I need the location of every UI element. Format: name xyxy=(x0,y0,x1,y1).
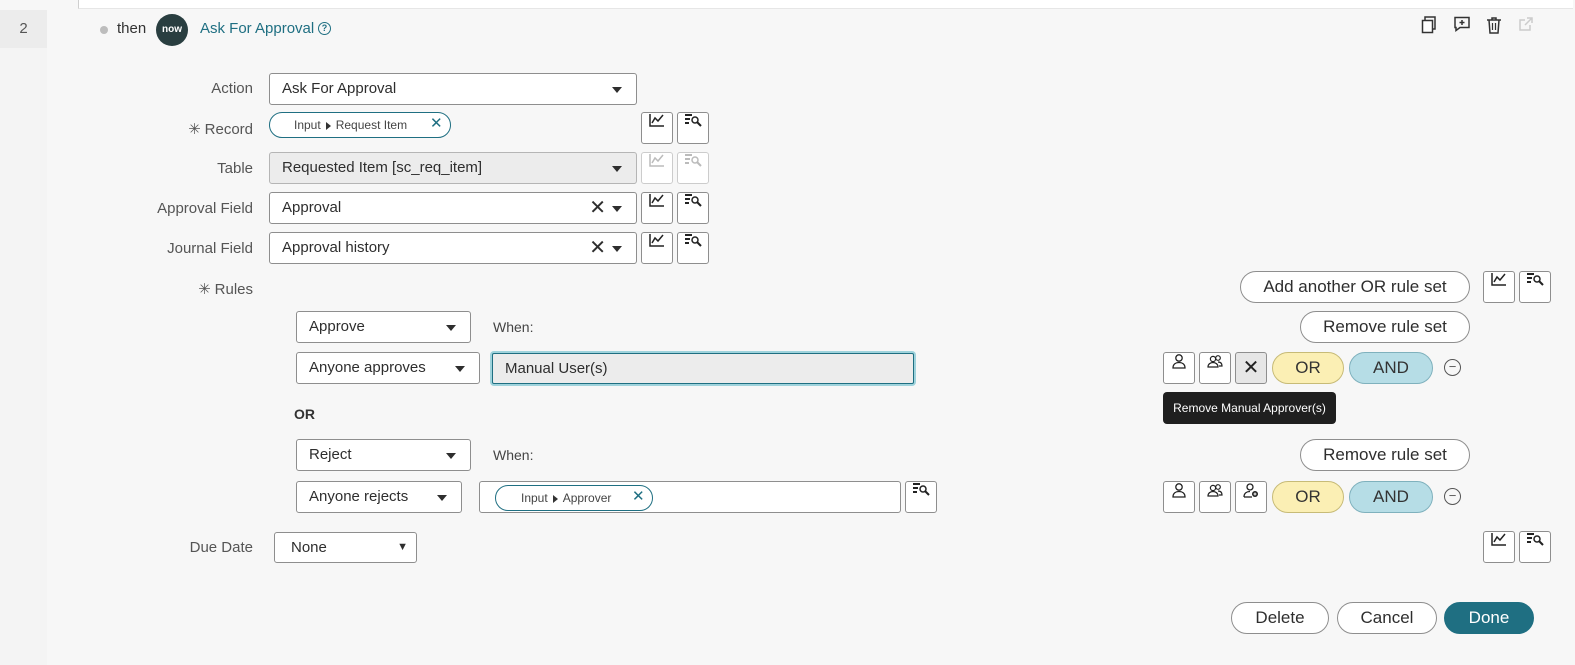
due-date-select[interactable]: None ▼ xyxy=(274,532,417,563)
record-label: ✳ Record xyxy=(120,120,253,138)
script-toggle-button[interactable] xyxy=(677,192,709,224)
action-label: Action xyxy=(211,80,253,97)
step-title[interactable]: Ask For Approval xyxy=(200,20,314,37)
previous-step-edge xyxy=(78,0,1573,9)
remove-rule-set-button[interactable]: Remove rule set xyxy=(1300,439,1470,471)
table-value: Requested Item [sc_req_item] xyxy=(282,159,483,176)
table-label: Table xyxy=(217,160,253,177)
table-select: Requested Item [sc_req_item] xyxy=(269,152,637,184)
add-comment-icon[interactable] xyxy=(1451,16,1473,38)
script-toggle-button[interactable] xyxy=(677,112,709,144)
chevron-down-icon: ▼ xyxy=(397,541,408,553)
step-gutter xyxy=(0,10,47,665)
approve-action-select[interactable]: Approve xyxy=(296,311,471,343)
remove-pill-icon[interactable]: ✕ xyxy=(632,485,645,509)
chevron-down-icon xyxy=(437,495,447,501)
delete-button[interactable]: Delete xyxy=(1231,602,1329,634)
question-circle-icon[interactable]: ? xyxy=(318,22,331,35)
reject-action-select[interactable]: Reject xyxy=(296,439,471,471)
approval-field-select[interactable]: Approval ✕ xyxy=(269,192,637,224)
approval-field-label: Approval Field xyxy=(157,200,253,217)
journal-field-label: Journal Field xyxy=(167,240,253,257)
action-value: Ask For Approval xyxy=(282,80,397,97)
record-pill-part2: Request Item xyxy=(335,118,408,132)
record-pill-part1: Input xyxy=(294,118,321,132)
user-icon[interactable] xyxy=(1163,481,1195,513)
user-icon[interactable] xyxy=(1163,352,1195,384)
manual-approver-icon[interactable] xyxy=(1235,481,1267,513)
approver-pill-part2: Approver xyxy=(562,491,612,505)
manual-users-input[interactable]: Manual User(s) xyxy=(492,353,914,384)
clear-icon[interactable]: ✕ xyxy=(589,237,606,259)
caret-right-icon xyxy=(552,494,558,503)
chevron-down-icon xyxy=(612,246,622,252)
journal-field-value: Approval history xyxy=(282,239,390,256)
reject-action-value: Reject xyxy=(309,446,352,463)
approve-condition-select[interactable]: Anyone approves xyxy=(296,352,480,384)
approve-condition-value: Anyone approves xyxy=(309,359,426,376)
chevron-down-icon xyxy=(455,366,465,372)
approve-action-value: Approve xyxy=(309,318,365,335)
script-toggle-button xyxy=(677,152,709,184)
chevron-down-icon xyxy=(612,166,622,172)
action-select[interactable]: Ask For Approval xyxy=(269,73,637,105)
data-pill-picker-button[interactable] xyxy=(641,192,673,224)
clear-icon[interactable]: ✕ xyxy=(589,197,606,219)
record-pill[interactable]: Input Request Item ✕ xyxy=(269,112,451,138)
tooltip: Remove Manual Approver(s) xyxy=(1163,392,1336,424)
approver-pill[interactable]: Input Approver ✕ xyxy=(495,485,653,511)
remove-rule-icon[interactable]: − xyxy=(1444,359,1461,376)
reject-condition-value: Anyone rejects xyxy=(309,488,409,505)
rules-label: ✳ Rules xyxy=(120,280,253,298)
journal-field-select[interactable]: Approval history ✕ xyxy=(269,232,637,264)
rules-label-text: Rules xyxy=(214,281,253,298)
group-icon[interactable] xyxy=(1199,352,1231,384)
step-connector: then xyxy=(117,20,147,37)
cancel-button[interactable]: Cancel xyxy=(1337,602,1437,634)
data-pill-picker-button[interactable] xyxy=(1483,271,1515,303)
data-pill-picker-button[interactable] xyxy=(641,232,673,264)
caret-right-icon xyxy=(325,121,331,130)
due-date-label: Due Date xyxy=(189,539,253,556)
required-icon: ✳ xyxy=(198,281,211,298)
chevron-down-icon xyxy=(446,325,456,331)
now-logo: now xyxy=(156,14,188,46)
remove-rule-set-button[interactable]: Remove rule set xyxy=(1300,311,1470,343)
or-separator: OR xyxy=(294,406,315,422)
script-toggle-button[interactable] xyxy=(1519,271,1551,303)
script-toggle-button[interactable] xyxy=(905,481,937,513)
data-pill-picker-button[interactable] xyxy=(641,112,673,144)
script-toggle-button[interactable] xyxy=(677,232,709,264)
remove-manual-approvers-button[interactable]: ✕ xyxy=(1235,352,1267,384)
due-date-value: None xyxy=(291,539,327,556)
approver-input[interactable]: Input Approver ✕ xyxy=(479,481,901,513)
chevron-down-icon xyxy=(446,453,456,459)
data-pill-picker-button[interactable] xyxy=(1483,531,1515,563)
data-pill-picker-button xyxy=(641,152,673,184)
remove-pill-icon[interactable]: ✕ xyxy=(430,112,443,136)
done-button[interactable]: Done xyxy=(1444,602,1534,634)
required-icon: ✳ xyxy=(188,121,201,138)
and-button[interactable]: AND xyxy=(1349,481,1433,513)
when-label: When: xyxy=(493,319,534,335)
approver-pill-part1: Input xyxy=(521,491,548,505)
or-button[interactable]: OR xyxy=(1272,481,1344,513)
approval-field-value: Approval xyxy=(282,199,342,216)
and-button[interactable]: AND xyxy=(1349,352,1433,384)
step-number: 2 xyxy=(0,10,47,48)
when-label: When: xyxy=(493,447,534,463)
open-external-icon xyxy=(1515,16,1537,38)
add-or-rule-set-button[interactable]: Add another OR rule set xyxy=(1240,271,1470,303)
chevron-down-icon xyxy=(612,206,622,212)
group-icon[interactable] xyxy=(1199,481,1231,513)
step-dot xyxy=(100,26,108,34)
trash-icon[interactable] xyxy=(1483,16,1505,38)
reject-condition-select[interactable]: Anyone rejects xyxy=(296,481,462,513)
chevron-down-icon xyxy=(612,87,622,93)
or-button[interactable]: OR xyxy=(1272,352,1344,384)
script-toggle-button[interactable] xyxy=(1519,531,1551,563)
record-label-text: Record xyxy=(204,121,253,138)
copy-icon[interactable] xyxy=(1418,16,1440,38)
remove-rule-icon[interactable]: − xyxy=(1444,488,1461,505)
